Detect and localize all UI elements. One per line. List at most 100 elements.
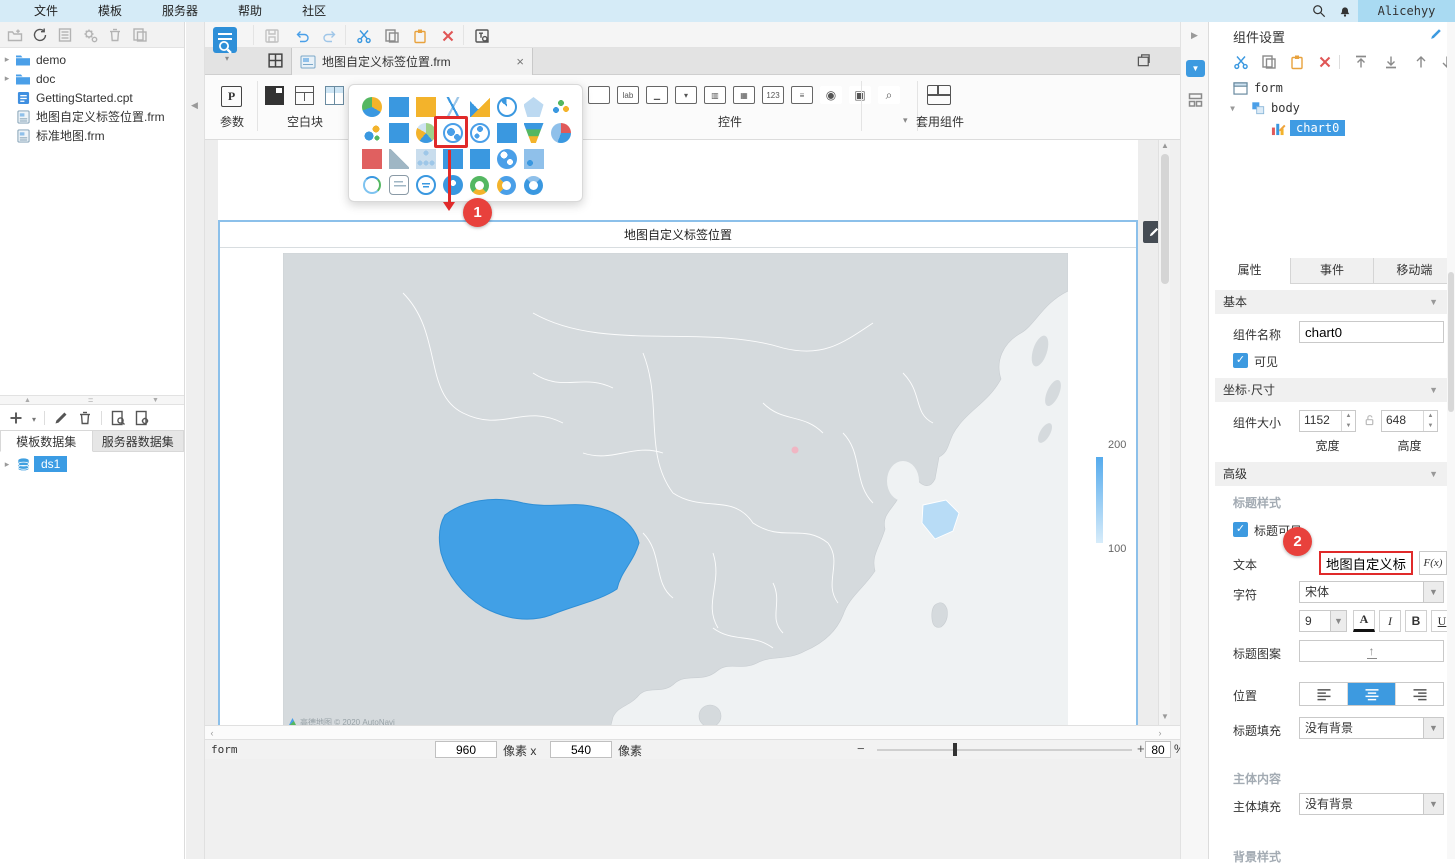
file-tree-item-5[interactable]: 标准地图.frm	[0, 126, 184, 145]
page-height-input[interactable]	[550, 741, 612, 758]
expand-caret-icon[interactable]: ▸	[0, 54, 14, 65]
tab-移动端[interactable]: 移动端	[1372, 258, 1455, 284]
widget-radio-icon[interactable]: ◉	[820, 86, 842, 104]
left-collapse-strip[interactable]: ◀	[186, 22, 205, 859]
tree-node-body[interactable]: ▼ body	[1209, 98, 1455, 118]
find-replace-icon[interactable]	[473, 27, 491, 45]
zoom-value-input[interactable]	[1145, 741, 1171, 758]
chart-type-contact[interactable]	[439, 175, 466, 195]
chart-type-ring[interactable]	[466, 175, 493, 195]
delete-template-icon[interactable]	[107, 27, 123, 43]
save-icon[interactable]	[263, 27, 281, 45]
width-stepper[interactable]: 1152 ▲ ▼	[1299, 410, 1356, 432]
chart-type-scatter[interactable]	[547, 97, 574, 117]
align-right-button[interactable]	[1395, 683, 1443, 705]
chart-type-bubble[interactable]	[358, 123, 385, 143]
edit-icon[interactable]	[53, 410, 69, 426]
copy-icon[interactable]	[1261, 54, 1277, 70]
widget-textarea-icon[interactable]: ≡	[791, 86, 813, 104]
widget-number-icon[interactable]: 123	[762, 86, 784, 104]
dataset-tab-1[interactable]: 模板数据集	[0, 430, 93, 452]
scroll-left-icon[interactable]: ‹	[205, 726, 219, 740]
reusable-component-icon[interactable]	[927, 85, 951, 105]
add-icon[interactable]	[8, 410, 24, 426]
undo-icon[interactable]	[293, 27, 311, 45]
expand-caret-icon[interactable]: ▸	[0, 73, 14, 84]
new-template-icon[interactable]	[7, 27, 23, 43]
chart-type-line[interactable]	[439, 97, 466, 117]
chart-component-chart0[interactable]: 地图自定义标签位置 高德地图 © 2020 AutoNavi 200 100	[218, 220, 1138, 725]
chart-type-kpi-card[interactable]	[412, 175, 439, 195]
notification-bell-icon[interactable]	[1332, 0, 1358, 22]
chart-type-dial[interactable]	[358, 176, 385, 194]
formula-button[interactable]: F(x)	[1419, 551, 1447, 575]
visible-checkbox[interactable]: ✓	[1233, 353, 1248, 368]
file-tree-item-2[interactable]: ▸ doc	[0, 69, 184, 88]
align-left-button[interactable]	[1300, 683, 1347, 705]
dataset-tab-2[interactable]: 服务器数据集	[92, 430, 184, 452]
section-collapse-icon[interactable]: ▼	[1429, 462, 1438, 486]
widget-label-icon[interactable]: lab	[617, 86, 639, 104]
chart-type-org-tree[interactable]	[412, 149, 439, 169]
layout-pane-icon[interactable]	[1187, 92, 1204, 108]
canvas-vertical-scrollbar[interactable]: ▲ ▼	[1158, 140, 1170, 725]
user-account[interactable]: Alicehyy	[1358, 0, 1455, 22]
blank-block-icon[interactable]	[265, 86, 284, 105]
new-window-icon[interactable]	[1136, 53, 1152, 68]
file-tree-item-4[interactable]: 地图自定义标签位置.frm	[0, 107, 184, 126]
chart-type-donut[interactable]	[493, 175, 520, 195]
widget-tree-icon[interactable]: ▥	[704, 86, 726, 104]
scroll-up-icon[interactable]: ▲	[1161, 141, 1169, 150]
cut-icon[interactable]	[1233, 54, 1249, 70]
menu-item-5[interactable]: 社区	[282, 0, 346, 22]
chart-type-world-map[interactable]	[493, 149, 520, 169]
canvas-horizontal-scrollbar[interactable]: ‹ ›	[205, 725, 1180, 740]
chart-type-word-cloud[interactable]	[385, 175, 412, 195]
widget-textbox-icon[interactable]	[588, 86, 610, 104]
chart-type-milestone[interactable]	[385, 149, 412, 169]
chart-type-flag-map[interactable]	[520, 149, 547, 169]
tree-node-chart0[interactable]: chart0	[1209, 118, 1455, 138]
copy-icon[interactable]	[383, 27, 401, 45]
tab-事件[interactable]: 事件	[1290, 258, 1373, 284]
chart-type-circle-pack[interactable]	[520, 175, 547, 195]
font-family-select[interactable]: 宋体 ▼	[1299, 581, 1444, 603]
page-width-input[interactable]	[435, 741, 497, 758]
sheet-grid-icon[interactable]	[267, 52, 287, 71]
height-stepper[interactable]: 648 ▲ ▼	[1381, 410, 1438, 432]
scroll-right-icon[interactable]: ›	[1153, 726, 1167, 740]
tab-属性[interactable]: 属性	[1209, 258, 1291, 284]
tree-expand-icon[interactable]: ▼	[1209, 104, 1235, 113]
search-icon[interactable]	[1306, 0, 1332, 22]
font-color-button[interactable]: A	[1353, 610, 1375, 632]
section-advanced[interactable]: 高级 ▼	[1215, 462, 1448, 486]
panel-scrollbar[interactable]	[1447, 22, 1455, 859]
body-fill-select[interactable]: 没有背景 ▼	[1299, 793, 1444, 815]
tab-block-icon[interactable]	[325, 86, 344, 105]
collapse-up-icon[interactable]: ▲	[24, 396, 31, 405]
stepper-arrows-icon[interactable]: ▲ ▼	[1341, 411, 1355, 431]
component-settings-pane-icon[interactable]: ▼	[1186, 60, 1205, 77]
stepper-arrows-icon[interactable]: ▲ ▼	[1423, 411, 1437, 431]
tab-close-icon[interactable]: ×	[516, 54, 524, 69]
scrollbar-thumb[interactable]	[1448, 272, 1454, 412]
collapse-right-icon[interactable]: ▶	[1191, 30, 1198, 41]
lock-ratio-icon[interactable]	[1363, 413, 1376, 428]
delete-icon[interactable]	[439, 27, 457, 45]
document-tab[interactable]: 地图自定义标签位置.frm ×	[291, 48, 533, 75]
cut-icon[interactable]	[355, 27, 373, 45]
file-tree-item-3[interactable]: GettingStarted.cpt	[0, 88, 184, 107]
move-up-icon[interactable]	[1413, 54, 1429, 70]
widget-checkbox-icon[interactable]: ▣	[849, 86, 871, 104]
align-center-button[interactable]	[1347, 683, 1395, 705]
template-doc-icon[interactable]	[57, 27, 73, 43]
chart-type-radar[interactable]	[520, 97, 547, 117]
zoom-slider-track[interactable]	[877, 749, 1132, 751]
parameter-pane-icon[interactable]: P	[221, 86, 242, 107]
file-tree-item-1[interactable]: ▸ demo	[0, 50, 184, 69]
template-search-icon[interactable]: ▾	[212, 26, 242, 68]
paste-icon[interactable]	[1289, 54, 1305, 70]
edit-panel-icon[interactable]	[1429, 27, 1443, 41]
chart-type-gantt[interactable]	[358, 149, 385, 169]
chart-type-point-map[interactable]	[466, 149, 493, 169]
